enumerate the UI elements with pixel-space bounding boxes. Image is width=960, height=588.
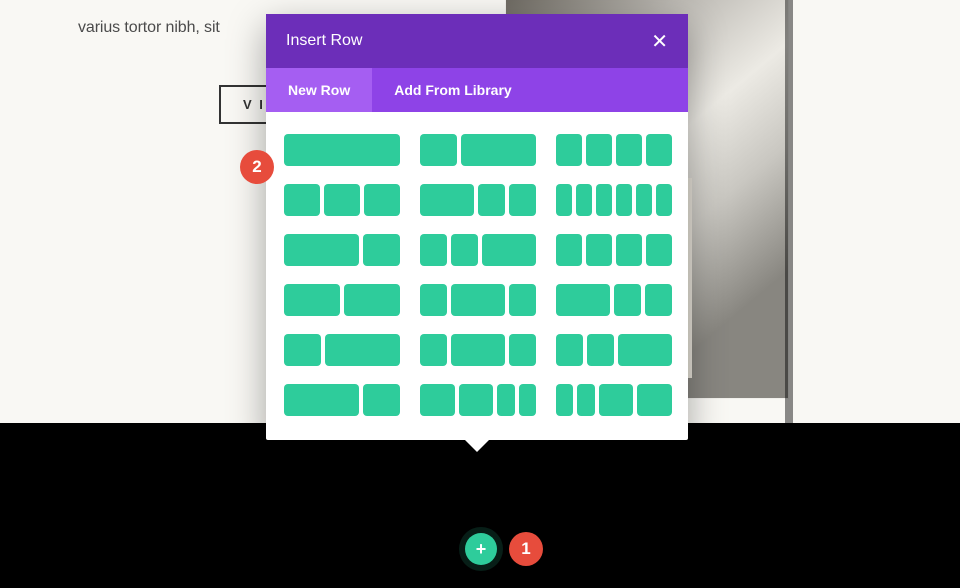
- layout-column: [646, 134, 672, 166]
- row-layout-option[interactable]: [284, 184, 400, 216]
- row-layout-option[interactable]: [420, 384, 536, 416]
- layout-column: [509, 184, 536, 216]
- layout-column: [284, 234, 359, 266]
- row-layout-option[interactable]: [284, 284, 400, 316]
- layout-column: [420, 334, 447, 366]
- layout-column: [596, 184, 612, 216]
- layout-column: [420, 234, 447, 266]
- tab-add-from-library[interactable]: Add From Library: [372, 68, 533, 112]
- layout-column: [556, 234, 582, 266]
- layout-column: [556, 184, 572, 216]
- layout-column: [284, 384, 359, 416]
- modal-title: Insert Row: [286, 32, 362, 50]
- row-layout-option[interactable]: [420, 184, 536, 216]
- layout-column: [587, 334, 614, 366]
- layout-column: [284, 134, 400, 166]
- layout-column: [576, 184, 592, 216]
- layout-column: [519, 384, 536, 416]
- modal-tabs: New Row Add From Library: [266, 68, 688, 112]
- row-layout-option[interactable]: [420, 234, 536, 266]
- insert-row-modal: Insert Row ✕ New Row Add From Library: [266, 14, 688, 440]
- modal-header: Insert Row ✕: [266, 14, 688, 68]
- hero-right-shadow: [785, 0, 793, 426]
- layout-column: [420, 134, 457, 166]
- layout-column: [645, 284, 672, 316]
- row-layout-option[interactable]: [556, 134, 672, 166]
- layout-column: [586, 134, 612, 166]
- layout-column: [451, 284, 505, 316]
- layout-column: [459, 384, 494, 416]
- layout-column: [646, 234, 672, 266]
- layout-column: [420, 284, 447, 316]
- layout-column: [478, 184, 505, 216]
- row-layout-option[interactable]: [284, 334, 400, 366]
- layout-column: [451, 234, 478, 266]
- layout-column: [556, 384, 573, 416]
- layout-column: [284, 334, 321, 366]
- layout-column: [420, 384, 455, 416]
- layout-column: [616, 134, 642, 166]
- row-layout-option[interactable]: [284, 234, 400, 266]
- layout-column: [363, 234, 400, 266]
- plus-icon: +: [476, 539, 487, 560]
- layout-column: [556, 134, 582, 166]
- layout-column: [497, 384, 514, 416]
- row-layout-option[interactable]: [284, 384, 400, 416]
- row-layout-option[interactable]: [420, 334, 536, 366]
- annotation-step-1: 1: [509, 532, 543, 566]
- add-section-button[interactable]: +: [465, 533, 497, 565]
- layout-column: [577, 384, 594, 416]
- layout-column: [284, 184, 320, 216]
- close-icon[interactable]: ✕: [651, 29, 668, 54]
- layout-column: [636, 184, 652, 216]
- row-layout-option[interactable]: [556, 384, 672, 416]
- row-layout-option[interactable]: [420, 134, 536, 166]
- layout-column: [586, 234, 612, 266]
- layout-column: [556, 334, 583, 366]
- row-layout-option[interactable]: [556, 334, 672, 366]
- layout-column: [637, 384, 672, 416]
- layout-column: [324, 184, 360, 216]
- tab-new-row[interactable]: New Row: [266, 68, 372, 112]
- layout-column: [599, 384, 634, 416]
- layout-column: [509, 334, 536, 366]
- layout-column: [616, 184, 632, 216]
- layout-column: [344, 284, 400, 316]
- layout-column: [420, 184, 474, 216]
- layout-column: [482, 234, 536, 266]
- layout-column: [656, 184, 672, 216]
- layout-column: [325, 334, 400, 366]
- layout-column: [509, 284, 536, 316]
- layout-column: [363, 384, 400, 416]
- annotation-step-2: 2: [240, 150, 274, 184]
- layout-column: [364, 184, 400, 216]
- row-layout-option[interactable]: [556, 184, 672, 216]
- layout-column: [616, 234, 642, 266]
- body-text-fragment: varius tortor nibh, sit: [78, 19, 220, 37]
- row-layout-option[interactable]: [284, 134, 400, 166]
- row-layout-option[interactable]: [556, 284, 672, 316]
- layout-column: [556, 284, 610, 316]
- layout-column: [284, 284, 340, 316]
- row-layout-option[interactable]: [420, 284, 536, 316]
- layout-column: [614, 284, 641, 316]
- layout-column: [618, 334, 672, 366]
- modal-caret-icon: [465, 440, 489, 452]
- layout-column: [451, 334, 505, 366]
- row-layout-option[interactable]: [556, 234, 672, 266]
- layout-column: [461, 134, 536, 166]
- row-layouts-grid: [266, 112, 688, 440]
